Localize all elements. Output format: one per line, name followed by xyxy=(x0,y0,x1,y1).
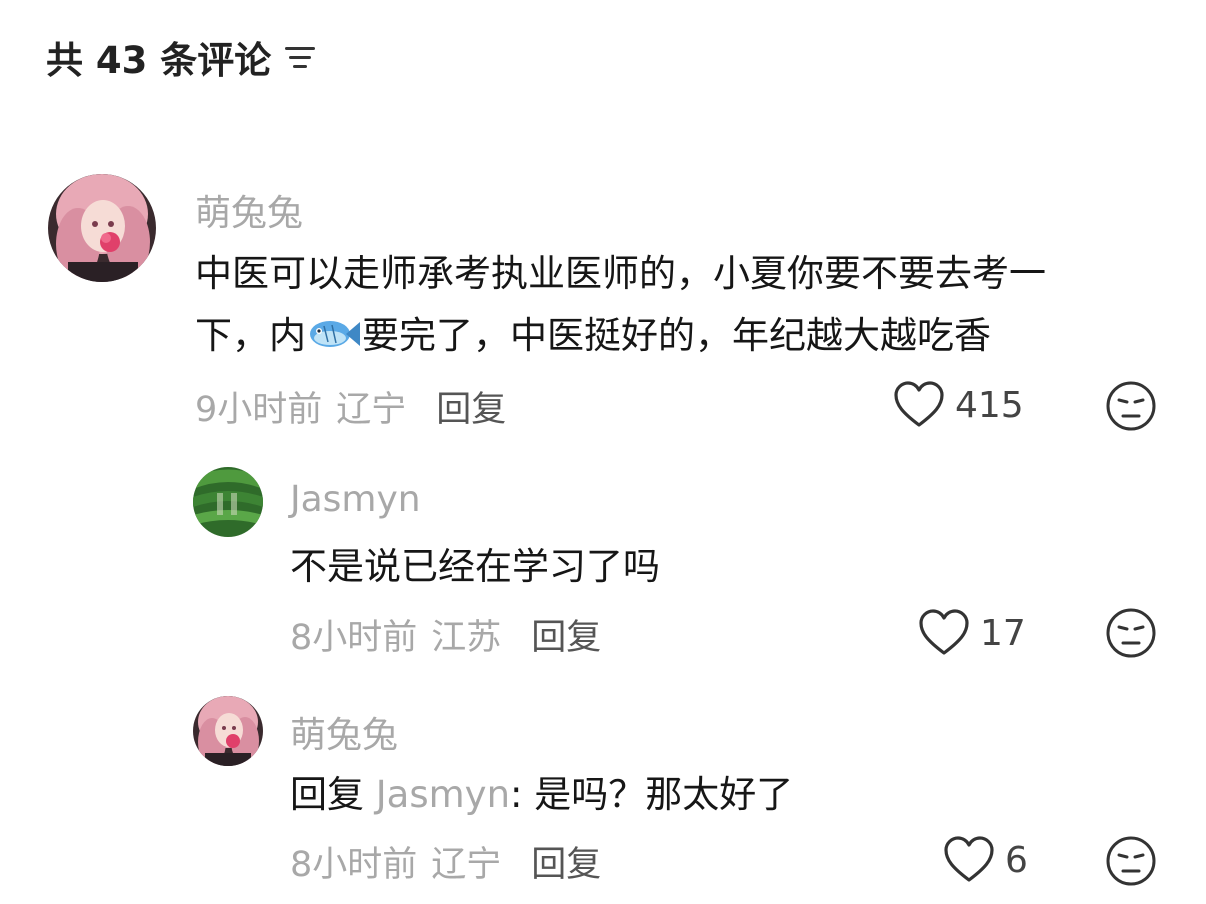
comment-text-segment: 要完了，中医挺好的，年纪越大越吃香 xyxy=(362,314,991,357)
reply-button[interactable]: 回复 xyxy=(531,618,601,658)
heart-icon xyxy=(944,836,994,882)
comment-username[interactable]: 萌兔兔 xyxy=(195,184,303,236)
comment-text-line: 下，内 要完了，中医挺好的，年纪越大越吃香 xyxy=(195,305,1046,373)
comment-username[interactable]: 萌兔兔 xyxy=(290,706,398,758)
avatar[interactable] xyxy=(193,467,263,537)
comment-meta: 9小时前 辽宁 回复 xyxy=(195,381,506,432)
comment-location: 辽宁 xyxy=(336,390,407,430)
like-button[interactable]: 17 xyxy=(918,609,1026,657)
comments-count-title: 共 43 条评论 xyxy=(46,39,272,82)
comment-text-line: 中医可以走师承考执业医师的，小夏你要不要去考一 xyxy=(195,252,1046,295)
dislike-button[interactable] xyxy=(1105,380,1157,436)
avatar[interactable] xyxy=(193,696,263,766)
comment-meta: 8小时前 江苏 回复 xyxy=(290,609,601,660)
like-count: 6 xyxy=(1005,839,1028,881)
reply-button[interactable]: 回复 xyxy=(436,390,506,430)
comment-text: 回复 Jasmyn: 是吗？那太好了 xyxy=(290,764,793,826)
dislike-face-icon xyxy=(1106,608,1156,658)
like-count: 415 xyxy=(955,384,1024,426)
comment-time: 8小时前 xyxy=(290,618,418,658)
like-button[interactable]: 415 xyxy=(893,381,1024,429)
comment-text-segment: 下，内 xyxy=(195,314,306,357)
sort-icon[interactable] xyxy=(285,44,316,70)
avatar[interactable] xyxy=(48,174,156,282)
comment-meta: 8小时前 辽宁 回复 xyxy=(290,836,601,887)
reply-prefix: 回复 xyxy=(290,773,364,816)
comment-time: 8小时前 xyxy=(290,845,418,885)
like-button[interactable]: 6 xyxy=(943,836,1028,884)
comment-text-segment: : 是吗？那太好了 xyxy=(510,773,794,816)
dislike-face-icon xyxy=(1106,381,1156,431)
reply-target-username[interactable]: Jasmyn xyxy=(376,773,510,816)
reply-button[interactable]: 回复 xyxy=(531,845,601,885)
dislike-face-icon xyxy=(1106,836,1156,886)
comment-location: 辽宁 xyxy=(431,845,502,885)
heart-icon xyxy=(919,609,969,655)
fish-emoji-icon xyxy=(308,311,360,373)
heart-icon xyxy=(894,381,944,427)
comment-username[interactable]: Jasmyn xyxy=(290,479,421,520)
comments-header: 共 43 条评论 xyxy=(46,30,316,84)
comment-text: 中医可以走师承考执业医师的，小夏你要不要去考一 下，内 要完了，中医挺好的，年纪越… xyxy=(195,243,1046,373)
comment-text: 不是说已经在学习了吗 xyxy=(290,545,660,588)
like-count: 17 xyxy=(980,612,1026,654)
dislike-button[interactable] xyxy=(1105,835,1157,891)
comment-time: 9小时前 xyxy=(195,390,323,430)
comment-location: 江苏 xyxy=(431,618,502,658)
dislike-button[interactable] xyxy=(1105,607,1157,663)
